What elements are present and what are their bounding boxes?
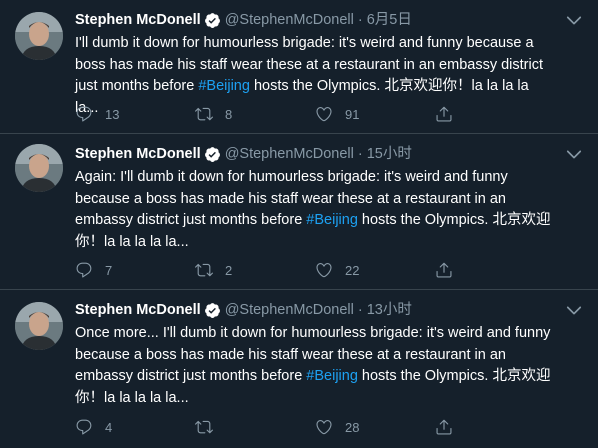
tweet-header: Stephen McDonell @StephenMcDonell · 6月5日 <box>75 11 412 29</box>
reply-icon <box>76 419 92 435</box>
retweet-icon <box>195 263 213 277</box>
tweet-actions: 13 8 91 <box>75 103 515 125</box>
reply-button[interactable]: 4 <box>75 416 195 438</box>
retweet-button[interactable] <box>195 416 315 438</box>
author-handle[interactable]: @StephenMcDonell <box>225 145 354 163</box>
reply-icon <box>76 262 92 278</box>
separator-dot: · <box>357 302 363 318</box>
avatar-photo <box>15 302 63 350</box>
tweet-header: Stephen McDonell @StephenMcDonell · 15小时 <box>75 145 412 163</box>
hashtag-link[interactable]: #Beijing <box>306 368 358 384</box>
author-name[interactable]: Stephen McDonell <box>75 11 201 29</box>
tweet[interactable]: Stephen McDonell @StephenMcDonell · 6月5日… <box>0 0 598 134</box>
reply-count: 7 <box>105 262 113 278</box>
share-button[interactable] <box>435 259 475 281</box>
hashtag-link[interactable]: #Beijing <box>198 78 250 94</box>
tweet-actions: 7 2 22 <box>75 259 515 281</box>
author-name[interactable]: Stephen McDonell <box>75 145 201 163</box>
retweet-button[interactable]: 8 <box>195 103 315 125</box>
reply-count: 13 <box>105 106 120 122</box>
author-handle[interactable]: @StephenMcDonell <box>225 301 354 319</box>
like-count: 91 <box>345 106 360 122</box>
like-button[interactable]: 28 <box>315 416 435 438</box>
share-icon <box>436 419 452 435</box>
verified-badge-icon <box>204 146 221 163</box>
chevron-down-icon[interactable] <box>564 300 584 320</box>
like-count: 28 <box>345 419 360 435</box>
heart-icon <box>316 107 332 122</box>
separator-dot: · <box>357 12 363 28</box>
retweet-icon <box>195 420 213 434</box>
heart-icon <box>316 420 332 435</box>
retweet-count: 8 <box>225 106 233 122</box>
timestamp[interactable]: 13小时 <box>367 301 412 319</box>
heart-icon <box>316 263 332 278</box>
author-name[interactable]: Stephen McDonell <box>75 301 201 319</box>
tweet-text: Once more... I'll dumb it down for humou… <box>75 323 555 409</box>
tweet-actions: 4 28 <box>75 416 515 438</box>
separator-dot: · <box>357 146 363 162</box>
chevron-down-icon[interactable] <box>564 144 584 164</box>
like-button[interactable]: 91 <box>315 103 435 125</box>
avatar[interactable] <box>15 302 63 350</box>
avatar[interactable] <box>15 144 63 192</box>
reply-count: 4 <box>105 419 113 435</box>
retweet-icon <box>195 107 213 121</box>
retweet-count: 2 <box>225 262 233 278</box>
tweet-text: Again: I'll dumb it down for humourless … <box>75 167 555 253</box>
tweet-feed: Stephen McDonell @StephenMcDonell · 6月5日… <box>0 0 598 448</box>
reply-icon <box>76 106 92 122</box>
verified-badge-icon <box>204 12 221 29</box>
share-button[interactable] <box>435 416 475 438</box>
tweet[interactable]: Stephen McDonell @StephenMcDonell · 13小时… <box>0 290 598 448</box>
author-handle[interactable]: @StephenMcDonell <box>225 11 354 29</box>
avatar-photo <box>15 144 63 192</box>
like-button[interactable]: 22 <box>315 259 435 281</box>
chevron-down-icon[interactable] <box>564 10 584 30</box>
share-icon <box>436 262 452 278</box>
verified-badge-icon <box>204 302 221 319</box>
timestamp[interactable]: 15小时 <box>367 145 412 163</box>
tweet-header: Stephen McDonell @StephenMcDonell · 13小时 <box>75 301 412 319</box>
reply-button[interactable]: 13 <box>75 103 195 125</box>
avatar[interactable] <box>15 12 63 60</box>
share-button[interactable] <box>435 103 475 125</box>
reply-button[interactable]: 7 <box>75 259 195 281</box>
retweet-button[interactable]: 2 <box>195 259 315 281</box>
like-count: 22 <box>345 262 360 278</box>
tweet[interactable]: Stephen McDonell @StephenMcDonell · 15小时… <box>0 134 598 290</box>
timestamp[interactable]: 6月5日 <box>367 11 412 29</box>
hashtag-link[interactable]: #Beijing <box>306 212 358 228</box>
avatar-photo <box>15 12 63 60</box>
share-icon <box>436 106 452 122</box>
